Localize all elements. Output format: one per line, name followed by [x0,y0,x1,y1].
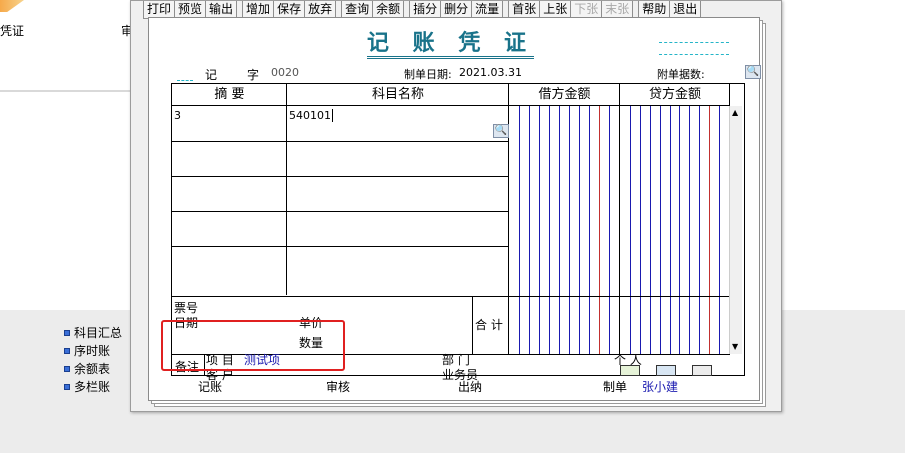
side-menu-label: 多栏账 [74,380,111,394]
date-label: 制单日期: [404,68,452,81]
voucher-title: 记 账 凭 证 [367,30,534,59]
col-debit-header: 借方金额 [509,84,620,106]
money-digit-line [699,106,700,354]
money-digit-line [689,106,690,354]
account-value: 540101 [289,109,331,122]
desktop-label-voucher[interactable]: 凭证 [0,22,24,39]
date-field[interactable]: 2021.03.31 [459,66,522,79]
card-icon[interactable] [620,365,640,376]
money-digit-line [529,106,530,354]
voucher-app-icon [0,0,24,12]
row1-summary-cell[interactable]: 3 [174,109,181,122]
side-menu-label: 科目汇总 [74,326,123,340]
highlight-annotation-box [161,320,345,371]
money-digit-line [660,106,661,354]
money-digit-line [559,106,560,354]
side-menu-item[interactable]: 多栏账 [64,378,110,395]
divider [286,84,287,295]
money-digit-line [609,106,610,354]
vertical-scrollbar[interactable]: ▲ ▼ [729,106,742,354]
cashier-label: 出纳 [458,380,483,394]
id-card-icon[interactable] [656,365,676,376]
voucher-type-field[interactable]: 记 [205,66,217,83]
row-divider [172,141,508,142]
scroll-up-icon[interactable]: ▲ [732,108,738,117]
money-digit-line [589,106,590,354]
bullet-icon [64,329,70,336]
money-digit-line [679,106,680,354]
row-divider [172,296,730,297]
money-digit-line [549,106,550,354]
title-decor-line [659,54,729,55]
maker-value: 张小建 [642,380,679,394]
scroll-down-icon[interactable]: ▼ [732,342,738,351]
row-divider [172,211,508,212]
col-summary-header: 摘 要 [172,84,287,106]
money-digit-line [579,106,580,354]
bullet-icon [64,347,70,354]
money-digit-line [640,106,641,354]
col-credit-header: 贷方金额 [620,84,730,106]
money-digit-line [599,106,600,354]
attach-label: 附单据数: [657,68,705,81]
text-cursor [332,109,337,122]
row-divider [172,176,508,177]
attach-search-icon[interactable]: 🔍 [745,65,761,79]
voucher-header: 记 字 0020 制单日期: 2021.03.31 附单据数: 🔍 [149,65,761,83]
maker-label: 制单 [603,380,628,394]
money-digit-line [569,106,570,354]
money-digit-line [519,106,520,354]
side-menu-item[interactable]: 余额表 [64,360,110,377]
money-digit-line [630,106,631,354]
bullet-icon [64,383,70,390]
money-digit-line [709,106,710,354]
side-menu-label: 余额表 [74,362,111,376]
divider [619,84,620,354]
voucher-footer: 记账 审核 出纳 制单 张小建 [149,378,759,394]
header-dash [177,80,193,81]
keyboard-icon[interactable] [692,365,712,376]
side-menu-item[interactable]: 科目汇总 [64,324,122,341]
money-digit-line [670,106,671,354]
desktop-divider [0,90,130,92]
audit-label: 审核 [326,380,351,394]
voucher-no-label: 字 [247,68,260,82]
money-digit-line [650,106,651,354]
money-digit-line [539,106,540,354]
total-label: 合 计 [475,318,503,332]
voucher-no-field[interactable]: 0020 [271,66,299,79]
account-search-icon[interactable]: 🔍 [493,124,509,138]
divider [472,296,473,354]
side-menu-label: 序时账 [74,344,111,358]
col-account-header: 科目名称 [287,84,509,106]
bookkeeping-label: 记账 [198,380,223,394]
bullet-icon [64,365,70,372]
divider [729,84,730,106]
title-decor-line [659,42,729,43]
row1-account-cell[interactable]: 540101 [289,109,337,122]
side-menu-item[interactable]: 序时账 [64,342,110,359]
row-divider [172,246,508,247]
money-digit-line [719,106,720,354]
